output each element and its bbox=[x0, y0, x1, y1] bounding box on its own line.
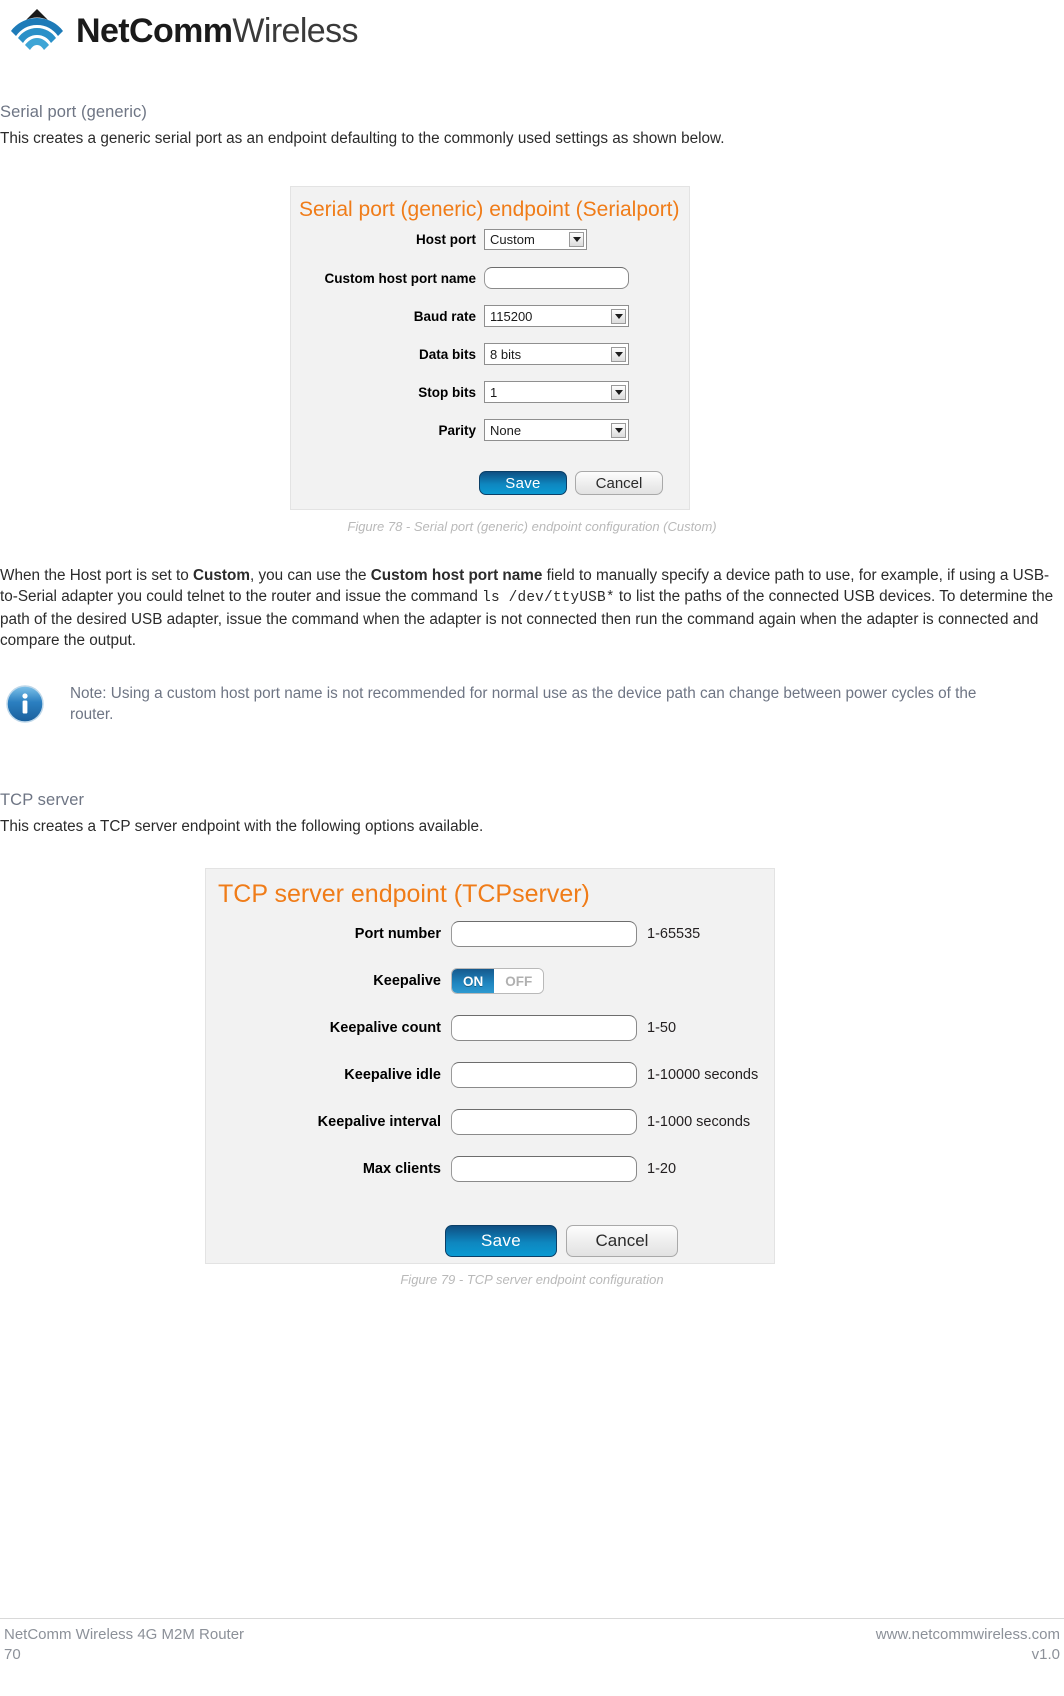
input-port-number[interactable] bbox=[451, 921, 637, 947]
serial-panel-title: Serial port (generic) endpoint (Serialpo… bbox=[299, 198, 680, 221]
inline-command: ls /dev/ttyUSB* bbox=[482, 590, 615, 606]
paragraph-custom-host-port: When the Host port is set to Custom, you… bbox=[0, 565, 1062, 651]
chevron-down-icon[interactable] bbox=[611, 346, 626, 362]
input-keepalive-count[interactable] bbox=[451, 1015, 637, 1041]
chevron-down-icon[interactable] bbox=[569, 232, 584, 247]
select-data-bits-value: 8 bits bbox=[490, 346, 522, 362]
hint-keepalive-idle: 1-10000 seconds bbox=[647, 1067, 759, 1083]
select-host-port[interactable]: Custom bbox=[484, 229, 587, 250]
field-row-parity: Parity None bbox=[291, 419, 691, 441]
figure-caption-79: Figure 79 - TCP server endpoint configur… bbox=[400, 1272, 664, 1287]
label-custom-host-port-name: Custom host port name bbox=[324, 270, 476, 286]
section-heading-serial: Serial port (generic) bbox=[0, 103, 147, 121]
serial-save-button[interactable]: Save bbox=[479, 471, 567, 495]
paragraph-part-2: , you can use the bbox=[249, 567, 371, 584]
figure-caption-78: Figure 78 - Serial port (generic) endpoi… bbox=[347, 519, 717, 534]
paragraph-bold-custom: Custom bbox=[193, 567, 250, 584]
label-keepalive-interval: Keepalive interval bbox=[317, 1114, 441, 1130]
field-row-max-clients: Max clients 1-20 bbox=[206, 1156, 776, 1182]
label-data-bits: Data bits bbox=[418, 346, 476, 362]
toggle-keepalive-off[interactable]: OFF bbox=[494, 969, 544, 993]
info-circle-icon bbox=[6, 685, 44, 723]
brand-name-bold: NetComm bbox=[76, 12, 233, 50]
hint-max-clients: 1-20 bbox=[647, 1161, 677, 1177]
select-data-bits[interactable]: 8 bits bbox=[484, 343, 629, 365]
toggle-keepalive[interactable]: ON OFF bbox=[451, 968, 545, 994]
chevron-down-icon[interactable] bbox=[611, 384, 626, 400]
select-parity[interactable]: None bbox=[484, 419, 629, 441]
note-callout: Note: Using a custom host port name is n… bbox=[0, 683, 1064, 725]
input-custom-host-port-name[interactable] bbox=[484, 267, 629, 289]
field-row-stop-bits: Stop bits 1 bbox=[291, 381, 691, 403]
field-row-keepalive-interval: Keepalive interval 1-1000 seconds bbox=[206, 1109, 776, 1135]
select-stop-bits-value: 1 bbox=[490, 384, 498, 400]
wifi-waves-icon bbox=[8, 7, 66, 55]
field-row-data-bits: Data bits 8 bits bbox=[291, 343, 691, 365]
label-parity: Parity bbox=[438, 422, 476, 438]
label-stop-bits: Stop bits bbox=[418, 384, 476, 400]
select-baud-rate[interactable]: 115200 bbox=[484, 305, 629, 327]
field-row-baud-rate: Baud rate 115200 bbox=[291, 305, 691, 327]
label-max-clients: Max clients bbox=[362, 1161, 441, 1177]
select-baud-rate-value: 115200 bbox=[490, 308, 533, 324]
field-row-keepalive-count: Keepalive count 1-50 bbox=[206, 1015, 776, 1041]
hint-keepalive-interval: 1-1000 seconds bbox=[647, 1114, 751, 1130]
section-intro-tcp: This creates a TCP server endpoint with … bbox=[0, 818, 484, 835]
field-row-port-number: Port number 1-65535 bbox=[206, 921, 776, 947]
field-row-keepalive: Keepalive ON OFF bbox=[206, 968, 776, 994]
section-intro-serial: This creates a generic serial port as an… bbox=[0, 130, 725, 147]
paragraph-bold-custom-host-port-name: Custom host port name bbox=[370, 567, 543, 584]
label-keepalive-idle: Keepalive idle bbox=[344, 1067, 441, 1083]
tcp-save-button[interactable]: Save bbox=[445, 1225, 557, 1257]
page-header: NetCommWireless bbox=[0, 0, 1064, 62]
note-text: Note: Using a custom host port name is n… bbox=[70, 685, 977, 723]
tcp-cancel-button[interactable]: Cancel bbox=[566, 1225, 678, 1257]
brand-wordmark: NetCommWireless bbox=[76, 12, 359, 50]
serial-cancel-button[interactable]: Cancel bbox=[575, 471, 663, 495]
section-heading-tcp: TCP server bbox=[0, 791, 85, 809]
chevron-down-icon[interactable] bbox=[611, 422, 626, 438]
tcp-panel-title: TCP server endpoint (TCPserver) bbox=[218, 880, 590, 908]
hint-keepalive-count: 1-50 bbox=[647, 1020, 677, 1036]
footer-page-number: 70 bbox=[4, 1646, 21, 1663]
tcp-server-endpoint-panel: TCP server endpoint (TCPserver) Port num… bbox=[205, 868, 775, 1264]
select-host-port-value: Custom bbox=[490, 232, 535, 247]
footer-product-name: NetComm Wireless 4G M2M Router bbox=[4, 1626, 245, 1643]
input-keepalive-interval[interactable] bbox=[451, 1109, 637, 1135]
toggle-keepalive-on[interactable]: ON bbox=[452, 969, 495, 993]
field-row-custom-host-port-name: Custom host port name bbox=[291, 267, 691, 289]
brand-name-light: Wireless bbox=[232, 12, 358, 50]
paragraph-part-1: When the Host port is set to bbox=[0, 567, 193, 584]
footer-website: www.netcommwireless.com bbox=[875, 1626, 1060, 1643]
input-max-clients[interactable] bbox=[451, 1156, 637, 1182]
label-host-port: Host port bbox=[416, 232, 476, 247]
chevron-down-icon[interactable] bbox=[611, 308, 626, 324]
field-row-keepalive-idle: Keepalive idle 1-10000 seconds bbox=[206, 1062, 776, 1088]
label-keepalive: Keepalive bbox=[373, 973, 441, 989]
footer-divider bbox=[0, 1618, 1064, 1619]
select-stop-bits[interactable]: 1 bbox=[484, 381, 629, 403]
input-keepalive-idle[interactable] bbox=[451, 1062, 637, 1088]
serial-endpoint-panel: Serial port (generic) endpoint (Serialpo… bbox=[290, 186, 690, 510]
label-baud-rate: Baud rate bbox=[413, 308, 476, 324]
label-keepalive-count: Keepalive count bbox=[329, 1020, 441, 1036]
label-port-number: Port number bbox=[354, 926, 441, 942]
footer-version: v1.0 bbox=[1031, 1646, 1060, 1663]
hint-port-number: 1-65535 bbox=[647, 926, 701, 942]
select-parity-value: None bbox=[490, 422, 522, 438]
field-row-host-port: Host port Custom bbox=[291, 229, 691, 250]
page-footer: NetComm Wireless 4G M2M Router 70 www.ne… bbox=[0, 1626, 1064, 1686]
